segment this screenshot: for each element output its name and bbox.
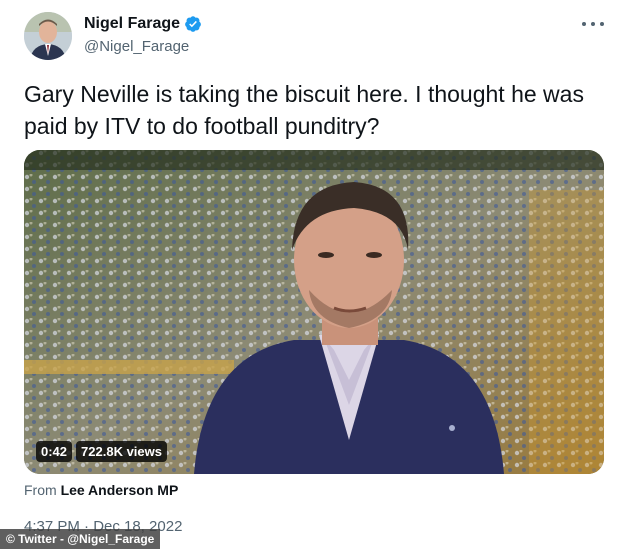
tweet-text: Gary Neville is taking the biscuit here.…	[24, 81, 584, 139]
video-attribution: From Lee Anderson MP	[24, 482, 178, 498]
video-player[interactable]: 0:42 722.8K views	[24, 150, 604, 474]
author-name-row[interactable]: Nigel Farage	[84, 15, 202, 33]
video-views: 722.8K views	[76, 441, 167, 462]
video-duration: 0:42	[36, 441, 73, 462]
from-source-link[interactable]: Lee Anderson MP	[61, 482, 179, 498]
author-handle[interactable]: @Nigel_Farage	[84, 38, 189, 55]
author-display-name[interactable]: Nigel Farage	[84, 15, 180, 33]
from-label: From	[24, 482, 57, 498]
video-badge: 0:42 722.8K views	[36, 441, 167, 462]
image-credit: © Twitter - @Nigel_Farage	[0, 529, 161, 549]
tweet-card: Nigel Farage @Nigel_Farage Gary Neville …	[0, 0, 634, 549]
more-options-icon[interactable]	[582, 16, 604, 32]
avatar[interactable]	[24, 12, 72, 60]
verified-badge-icon	[184, 15, 202, 33]
